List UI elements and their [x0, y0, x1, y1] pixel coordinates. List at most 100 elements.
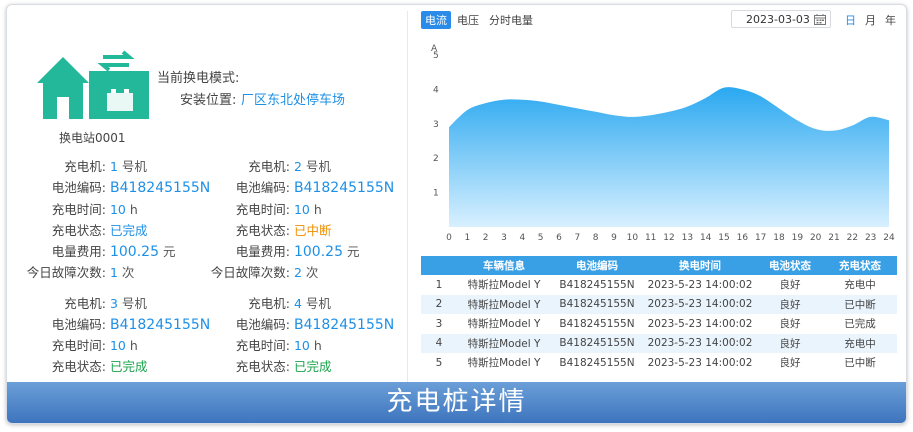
location-value: 厂区东北处停车场: [241, 93, 346, 108]
station-name: 换电站0001: [59, 131, 126, 145]
x-tick-label: 13: [682, 233, 693, 243]
table-row[interactable]: 3 特斯拉Model Y B418245155N 2023-5-23 14:00:02…: [421, 314, 897, 334]
table-row[interactable]: 5 特斯拉Model Y B418245155N 2023-5-23 14:00:02…: [421, 353, 897, 373]
y-tick-label: 5: [433, 51, 439, 61]
x-tick-label: 2: [483, 233, 489, 243]
y-tick-label: 1: [433, 189, 439, 199]
charger-3-number: 充电机: 3 号机: [64, 296, 147, 311]
row-vehicle: 特斯拉Model Y: [457, 294, 551, 314]
x-tick-label: 24: [883, 233, 895, 243]
charger-1-battery: 电池编码: B418245155N: [51, 180, 211, 196]
detail-window: 当前换电模式: 安装位置: 厂区东北处停车场 换电站0001 充电机: 1 号机…: [6, 4, 907, 424]
charger-4-status: 充电状态: 已完成: [235, 359, 332, 374]
swap-records-table: 车辆信息 电池编码 换电时间 电池状态 充电状态 1 特斯拉Model Y B418…: [421, 256, 897, 373]
row-index: 4: [421, 333, 457, 353]
row-time: 2023-5-23 14:00:02: [643, 333, 757, 353]
col-swap-time: 换电时间: [643, 256, 757, 275]
page-title-banner: 充电桩详情: [7, 382, 906, 423]
charger-2-status: 充电状态: 已中断: [235, 223, 332, 238]
y-tick-label: 2: [433, 154, 439, 164]
col-vehicle: 车辆信息: [457, 256, 551, 275]
x-tick-label: 12: [663, 233, 674, 243]
x-tick-label: 5: [538, 233, 544, 243]
row-time: 2023-5-23 14:00:02: [647, 356, 753, 369]
charger-1-number: 充电机: 1 号机: [64, 159, 147, 174]
x-tick-label: 7: [574, 233, 580, 243]
current-area-chart: A 12345 0 1 2 3 4 5 6 7 8 9 10 11 12 13 14 15 16 17 18 19 20…: [431, 44, 895, 243]
tab-current[interactable]: 电流: [421, 11, 451, 29]
y-tick-label: 4: [433, 85, 439, 95]
row-battery-status: 良好: [779, 279, 801, 292]
swap-station-icon: [37, 50, 149, 119]
x-tick-label: 23: [865, 233, 876, 243]
row-time: 2023-5-23 14:00:02: [647, 317, 753, 330]
x-tick-label: 15: [718, 233, 729, 243]
x-tick-label: 22: [847, 233, 858, 243]
area-series: [449, 87, 889, 227]
charger-4-time: 充电时间: 10 h: [235, 338, 322, 353]
charger-2-battery: 电池编码: B418245155N: [235, 180, 395, 196]
table-row[interactable]: 2 特斯拉Model Y B418245155N 2023-5-23 14:00:02…: [421, 294, 897, 314]
period-day[interactable]: 日: [845, 12, 856, 28]
date-value: 2023-03-03: [746, 13, 810, 26]
row-battery: B418245155N: [551, 333, 643, 353]
x-tick-label: 9: [611, 233, 617, 243]
row-time: 2023-5-23 14:00:02: [647, 278, 753, 291]
row-battery: B418245155N: [559, 278, 635, 291]
row-charge-status: 已完成: [844, 318, 876, 331]
row-vehicle: 特斯拉Model Y: [467, 357, 541, 370]
x-tick-label: 14: [700, 233, 712, 243]
date-picker[interactable]: 2023-03-03: [731, 10, 831, 28]
charger-3-time: 充电时间: 10 h: [51, 338, 138, 353]
location-label: 安装位置:: [180, 93, 237, 108]
row-charge-status: 充电中: [823, 333, 897, 353]
metric-tabs: 电流 电压 分时电量: [421, 11, 539, 29]
x-tick-label: 10: [627, 233, 639, 243]
mode-label: 当前换电模式:: [157, 71, 240, 86]
col-battery: 电池编码: [551, 256, 643, 275]
y-tick-label: 3: [433, 120, 439, 130]
charger-2-number: 充电机: 2 号机: [248, 159, 331, 174]
row-time: 2023-5-23 14:00:02: [643, 294, 757, 314]
row-battery-status: 良好: [757, 294, 823, 314]
table-header-row: 车辆信息 电池编码 换电时间 电池状态 充电状态: [421, 256, 897, 275]
charger-4-battery: 电池编码: B418245155N: [235, 317, 395, 333]
table-row[interactable]: 4 特斯拉Model Y B418245155N 2023-5-23 14:00:02…: [421, 333, 897, 353]
col-index: [421, 256, 457, 275]
x-tick-label: 11: [645, 233, 656, 243]
x-tick-label: 6: [556, 233, 562, 243]
row-charge-status: 已中断: [823, 294, 897, 314]
row-battery: B418245155N: [559, 317, 635, 330]
x-tick-label: 1: [464, 233, 470, 243]
col-charge-status: 充电状态: [823, 256, 897, 275]
charger-1-time: 充电时间: 10 h: [51, 202, 138, 217]
x-tick-label: 19: [792, 233, 804, 243]
x-tick-label: 3: [501, 233, 507, 243]
col-battery-status: 电池状态: [757, 256, 823, 275]
tab-tou-energy[interactable]: 分时电量: [485, 11, 537, 29]
row-charge-status: 充电中: [844, 279, 876, 292]
panel-divider: [407, 11, 408, 383]
charger-1-faults: 今日故障次数: 1 次: [26, 265, 135, 280]
table-row[interactable]: 1 特斯拉Model Y B418245155N 2023-5-23 14:00:02…: [421, 275, 897, 295]
charger-3-battery: 电池编码: B418245155N: [51, 317, 211, 333]
x-tick-label: 0: [446, 233, 452, 243]
row-vehicle: 特斯拉Model Y: [467, 279, 541, 292]
row-vehicle: 特斯拉Model Y: [457, 333, 551, 353]
row-index: 5: [435, 356, 443, 369]
charger-2-faults: 今日故障次数: 2 次: [210, 265, 319, 280]
x-tick-label: 8: [593, 233, 599, 243]
row-index: 1: [435, 278, 443, 291]
row-battery: B418245155N: [551, 294, 643, 314]
x-tick-label: 21: [828, 233, 839, 243]
x-tick-label: 18: [773, 233, 785, 243]
row-battery: B418245155N: [559, 356, 635, 369]
x-tick-label: 20: [810, 233, 822, 243]
calendar-icon: [814, 14, 826, 25]
period-month[interactable]: 月: [865, 12, 876, 28]
tab-voltage[interactable]: 电压: [453, 11, 483, 29]
period-year[interactable]: 年: [885, 12, 896, 28]
charger-2-fee: 电量费用: 100.25 元: [235, 244, 360, 260]
x-tick-label: 16: [737, 233, 749, 243]
charger-2-time: 充电时间: 10 h: [235, 202, 322, 217]
